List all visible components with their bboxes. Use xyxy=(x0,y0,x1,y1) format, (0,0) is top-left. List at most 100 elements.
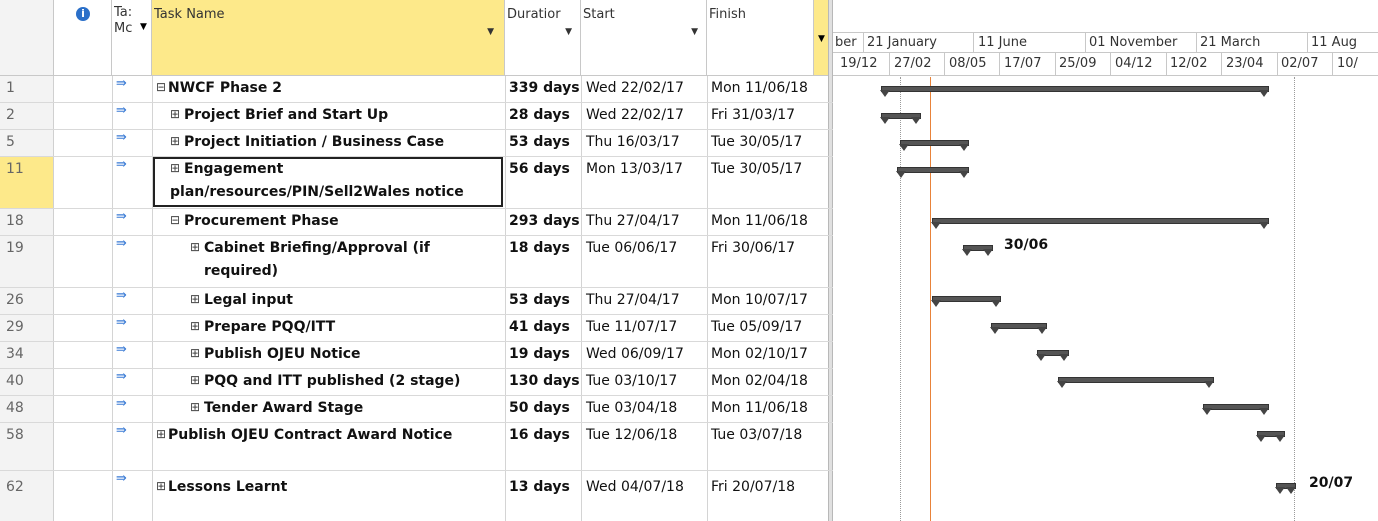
chevron-down-icon[interactable]: ▼ xyxy=(691,27,698,37)
expander-icon[interactable]: ⊞ xyxy=(156,427,166,441)
task-mode-label-top: Ta: xyxy=(114,5,133,20)
expander-icon[interactable]: ⊟ xyxy=(170,213,180,227)
task-start[interactable]: Wed 22/02/17 xyxy=(586,107,684,123)
row-number: 11 xyxy=(6,161,24,177)
task-start[interactable]: Wed 06/09/17 xyxy=(586,346,684,362)
task-start[interactable]: Tue 12/06/18 xyxy=(586,427,677,443)
task-name[interactable]: Lessons Learnt xyxy=(168,479,287,495)
task-finish[interactable]: Mon 11/06/18 xyxy=(711,213,808,229)
task-mode-icon: ⇛ xyxy=(116,76,127,91)
task-name[interactable]: Engagement xyxy=(184,161,283,177)
expander-icon[interactable]: ⊞ xyxy=(156,479,166,493)
task-finish[interactable]: Tue 05/09/17 xyxy=(711,319,802,335)
task-start[interactable]: Thu 27/04/17 xyxy=(586,292,680,308)
header-finish[interactable]: Finish xyxy=(707,0,814,76)
header-indicators[interactable]: i xyxy=(54,0,112,76)
gantt-summary-bar[interactable] xyxy=(881,86,1269,92)
chevron-down-icon[interactable]: ▼ xyxy=(565,27,572,37)
expander-icon[interactable]: ⊞ xyxy=(190,400,200,414)
header-duration[interactable]: Duratior ▼ xyxy=(505,0,581,76)
bar-end-marker xyxy=(1256,435,1266,442)
task-finish[interactable]: Mon 02/04/18 xyxy=(711,373,808,389)
task-name[interactable]: Project Brief and Start Up xyxy=(184,107,388,123)
task-mode-icon: ⇛ xyxy=(116,157,127,172)
task-finish[interactable]: Tue 30/05/17 xyxy=(711,161,802,177)
task-finish[interactable]: Fri 31/03/17 xyxy=(711,107,795,123)
expander-icon[interactable]: ⊞ xyxy=(190,292,200,306)
task-duration[interactable]: 293 days xyxy=(509,213,580,229)
task-finish[interactable]: Mon 02/10/17 xyxy=(711,346,808,362)
bar-finish-label: 20/07 xyxy=(1309,475,1354,491)
row-number: 40 xyxy=(6,373,24,389)
task-name[interactable]: Prepare PQQ/ITT xyxy=(204,319,335,335)
gantt-summary-bar[interactable] xyxy=(932,218,1269,224)
task-start[interactable]: Wed 04/07/18 xyxy=(586,479,684,495)
gantt-summary-bar[interactable] xyxy=(1058,377,1214,383)
task-finish[interactable]: Tue 03/07/18 xyxy=(711,427,802,443)
pane-splitter[interactable] xyxy=(828,0,833,521)
task-name[interactable]: Cabinet Briefing/Approval (if xyxy=(204,240,430,256)
task-finish[interactable]: Mon 11/06/18 xyxy=(711,400,808,416)
task-start[interactable]: Tue 03/04/18 xyxy=(586,400,677,416)
expander-icon[interactable]: ⊞ xyxy=(170,107,180,121)
task-duration[interactable]: 130 days xyxy=(509,373,580,389)
task-start[interactable]: Thu 16/03/17 xyxy=(586,134,680,150)
task-name[interactable]: Publish OJEU Notice xyxy=(204,346,361,362)
task-name[interactable]: Publish OJEU Contract Award Notice xyxy=(168,427,452,443)
bar-end-marker xyxy=(991,300,1001,307)
expander-icon[interactable]: ⊞ xyxy=(190,346,200,360)
timescale-bottom-label: 23/04 xyxy=(1226,56,1264,71)
task-finish[interactable]: Fri 30/06/17 xyxy=(711,240,795,256)
timescale-bottom-label: 10/ xyxy=(1337,56,1358,71)
bar-end-marker xyxy=(1259,408,1269,415)
task-finish[interactable]: Tue 30/05/17 xyxy=(711,134,802,150)
task-name[interactable]: Legal input xyxy=(204,292,293,308)
task-finish[interactable]: Fri 20/07/18 xyxy=(711,479,795,495)
task-name[interactable]: Tender Award Stage xyxy=(204,400,363,416)
task-duration[interactable]: 50 days xyxy=(509,400,570,416)
chevron-down-icon[interactable]: ▼ xyxy=(818,34,825,44)
header-task-name[interactable]: Task Name ▼ xyxy=(152,0,505,76)
header-task-mode[interactable]: Ta: Mc ▼ xyxy=(112,0,152,76)
task-start[interactable]: Mon 13/03/17 xyxy=(586,161,683,177)
task-duration[interactable]: 56 days xyxy=(509,161,570,177)
bar-end-marker xyxy=(990,327,1000,334)
task-duration[interactable]: 28 days xyxy=(509,107,570,123)
expander-icon[interactable]: ⊞ xyxy=(170,161,180,175)
expander-icon[interactable]: ⊞ xyxy=(190,319,200,333)
expander-icon[interactable]: ⊞ xyxy=(190,240,200,254)
task-name[interactable]: Project Initiation / Business Case xyxy=(184,134,444,150)
task-name[interactable]: PQQ and ITT published (2 stage) xyxy=(204,373,460,389)
task-name[interactable]: NWCF Phase 2 xyxy=(168,80,282,96)
task-start[interactable]: Tue 11/07/17 xyxy=(586,319,677,335)
task-start[interactable]: Tue 03/10/17 xyxy=(586,373,677,389)
bar-end-marker xyxy=(1259,222,1269,229)
task-name-line2[interactable]: plan/resources/PIN/Sell2Wales notice xyxy=(170,184,464,200)
header-start[interactable]: Start ▼ xyxy=(581,0,707,76)
task-duration[interactable]: 18 days xyxy=(509,240,570,256)
timescale-bottom-label: 12/02 xyxy=(1170,56,1208,71)
bar-end-marker xyxy=(880,90,890,97)
expander-icon[interactable]: ⊞ xyxy=(190,373,200,387)
task-duration[interactable]: 53 days xyxy=(509,134,570,150)
task-duration[interactable]: 16 days xyxy=(509,427,570,443)
timescale-top-label: ber xyxy=(835,35,857,50)
timescale-header: ber 21 January 11 June 01 November 21 Ma… xyxy=(833,0,1378,76)
task-duration[interactable]: 53 days xyxy=(509,292,570,308)
task-name-line2[interactable]: required) xyxy=(204,263,278,279)
task-duration[interactable]: 13 days xyxy=(509,479,570,495)
chevron-down-icon[interactable]: ▼ xyxy=(487,27,494,37)
task-name[interactable]: Procurement Phase xyxy=(184,213,339,229)
task-finish[interactable]: Mon 11/06/18 xyxy=(711,80,808,96)
task-start[interactable]: Tue 06/06/17 xyxy=(586,240,677,256)
task-duration[interactable]: 41 days xyxy=(509,319,570,335)
expander-icon[interactable]: ⊞ xyxy=(170,134,180,148)
task-start[interactable]: Thu 27/04/17 xyxy=(586,213,680,229)
task-duration[interactable]: 339 days xyxy=(509,80,580,96)
chevron-down-icon[interactable]: ▼ xyxy=(140,22,147,32)
task-finish[interactable]: Mon 10/07/17 xyxy=(711,292,808,308)
task-start[interactable]: Wed 22/02/17 xyxy=(586,80,684,96)
row-number: 5 xyxy=(6,134,15,150)
expander-icon[interactable]: ⊟ xyxy=(156,80,166,94)
task-duration[interactable]: 19 days xyxy=(509,346,570,362)
